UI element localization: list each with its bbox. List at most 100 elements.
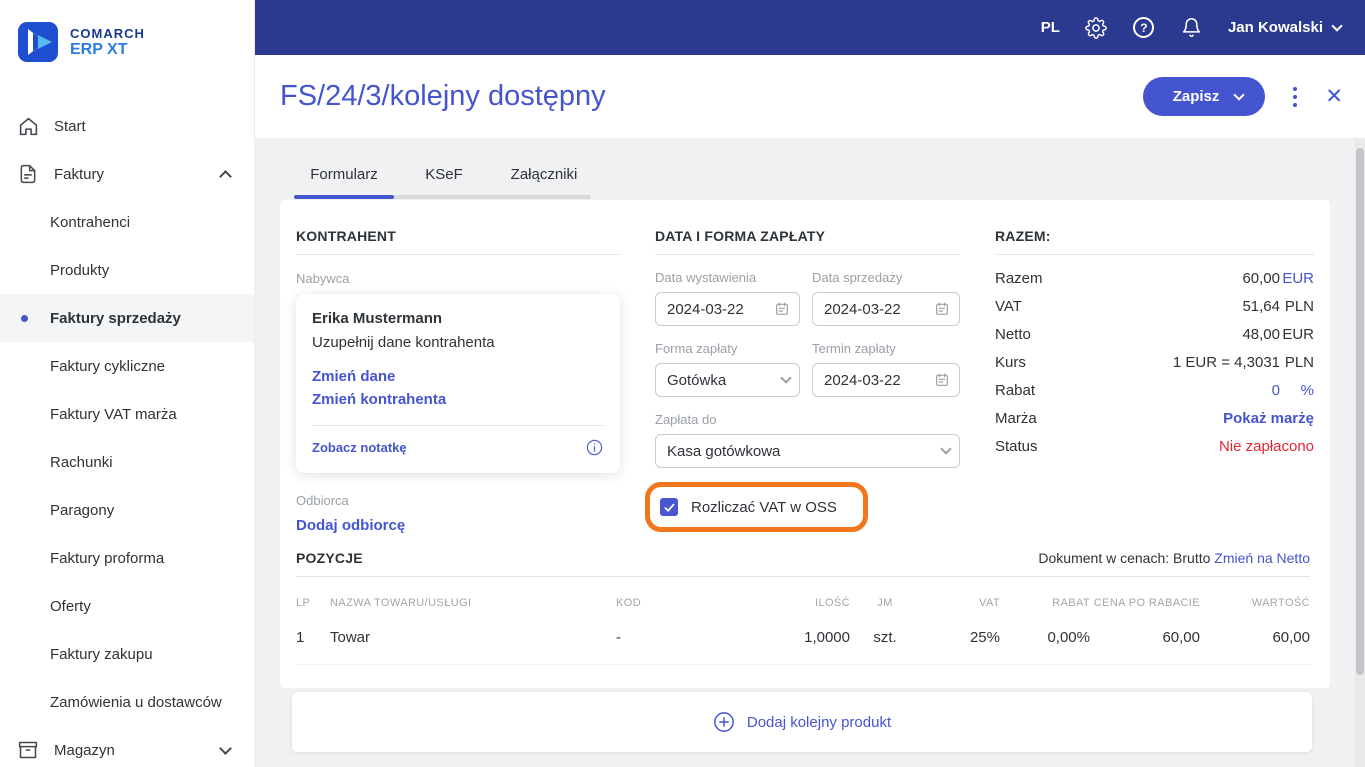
- currency-selector[interactable]: EUR: [1280, 270, 1314, 287]
- total-row-status: Status Nie zapłacono: [995, 437, 1314, 455]
- change-data-link[interactable]: Zmień dane: [312, 365, 604, 388]
- section-items: POZYCJE Dokument w cenach: Brutto Zmień …: [296, 550, 1310, 665]
- change-contractor-link[interactable]: Zmień kontrahenta: [312, 388, 604, 411]
- total-row-vat: VAT 51,64 PLN: [995, 297, 1314, 315]
- sidebar-item-label: Magazyn: [54, 741, 115, 759]
- sidebar-item-produkty[interactable]: Produkty: [0, 246, 254, 294]
- switch-to-netto-link[interactable]: Zmień na Netto: [1214, 550, 1310, 566]
- total-row-marza: Marża Pokaż marżę: [995, 409, 1314, 427]
- invoice-form-card: KONTRAHENT Nabywca Erika Mustermann Uzup…: [280, 200, 1330, 688]
- sidebar-item-faktury-proforma[interactable]: Faktury proforma: [0, 534, 254, 582]
- section-totals: RAZEM: Razem 60,00 EUR VAT 51,64 PLN Net…: [995, 228, 1314, 460]
- sale-date-value: 2024-03-22: [824, 300, 901, 318]
- discount-value[interactable]: 0: [1272, 382, 1280, 399]
- payment-form-select[interactable]: Gotówka: [655, 363, 800, 397]
- scrollbar-thumb[interactable]: [1356, 148, 1364, 675]
- tab-ksef[interactable]: KSeF: [394, 158, 494, 195]
- info-icon[interactable]: [585, 438, 604, 457]
- close-icon[interactable]: ✕: [1325, 86, 1343, 107]
- section-title: KONTRAHENT: [296, 228, 396, 244]
- sidebar-item-label: Start: [54, 117, 86, 135]
- sidebar-item-oferty[interactable]: Oferty: [0, 582, 254, 630]
- payment-term-value: 2024-03-22: [824, 371, 901, 389]
- user-menu[interactable]: Jan Kowalski: [1228, 19, 1343, 36]
- notifications-bell-icon[interactable]: [1180, 16, 1204, 40]
- calendar-icon: [936, 373, 948, 386]
- plus-circle-icon: [713, 712, 734, 732]
- more-options-kebab-icon[interactable]: [1291, 85, 1299, 109]
- sidebar-item-rachunki[interactable]: Rachunki: [0, 438, 254, 486]
- see-note-link[interactable]: Zobacz notatkę: [312, 440, 407, 455]
- header-actions: Zapisz ✕: [1142, 77, 1343, 116]
- cell-qty: 1,0000: [804, 629, 850, 646]
- active-tab-indicator: [294, 195, 394, 199]
- sidebar-item-faktury-vat-marza[interactable]: Faktury VAT marża: [0, 390, 254, 438]
- sidebar-item-faktury[interactable]: Faktury: [0, 150, 254, 198]
- scrollbar-track[interactable]: [1355, 138, 1365, 767]
- settings-gear-icon[interactable]: [1084, 16, 1108, 40]
- issue-date-input[interactable]: 2024-03-22: [655, 292, 800, 326]
- total-row-netto: Netto 48,00 EUR: [995, 325, 1314, 343]
- logo-line1: COMARCH: [70, 26, 145, 41]
- save-button[interactable]: Zapisz: [1142, 77, 1266, 116]
- pay-to-label: Zapłata do: [655, 412, 717, 427]
- divider: [312, 425, 604, 426]
- sidebar-item-paragony[interactable]: Paragony: [0, 486, 254, 534]
- status-badge: Nie zapłacono: [1218, 437, 1314, 455]
- sidebar-item-label: Faktury cykliczne: [50, 357, 166, 375]
- invoice-icon: [18, 163, 40, 185]
- total-row-kurs: Kurs 1 EUR = 4,3031 PLN: [995, 353, 1314, 371]
- topbar: PL ? Jan Kowalski: [255, 0, 1365, 55]
- sidebar-nav: Start Faktury Kontrahenci Produkty Faktu…: [0, 102, 254, 767]
- sidebar-item-faktury-cykliczne[interactable]: Faktury cykliczne: [0, 342, 254, 390]
- section-title: POZYCJE: [296, 550, 363, 566]
- pay-to-value: Kasa gotówkowa: [667, 442, 781, 460]
- sidebar-item-label: Faktury: [54, 165, 105, 183]
- tab-zalaczniki[interactable]: Załączniki: [494, 158, 594, 195]
- add-receiver-link[interactable]: Dodaj odbiorcę: [296, 517, 620, 534]
- help-icon[interactable]: ?: [1132, 16, 1156, 40]
- oss-checkbox[interactable]: [660, 498, 678, 516]
- language-selector[interactable]: PL: [1041, 19, 1060, 36]
- buyer-hint: Uzupełnij dane kontrahenta: [312, 334, 495, 351]
- sale-date-label: Data sprzedaży: [812, 270, 903, 285]
- sidebar-item-label: Zamówienia u dostawców: [50, 693, 222, 711]
- sidebar-item-kontrahenci[interactable]: Kontrahenci: [0, 198, 254, 246]
- payment-term-input[interactable]: 2024-03-22: [812, 363, 960, 397]
- logo-line2: ERP XT: [70, 41, 128, 58]
- divider: [995, 254, 1314, 255]
- home-icon: [18, 115, 40, 137]
- app-logo[interactable]: COMARCH ERP XT: [0, 0, 254, 62]
- chevron-down-icon: [1331, 19, 1343, 32]
- pay-to-select[interactable]: Kasa gotówkowa: [655, 434, 960, 468]
- cell-name: Towar: [330, 629, 371, 646]
- sidebar-item-label: Kontrahenci: [50, 213, 131, 231]
- sidebar-item-faktury-sprzedazy[interactable]: Faktury sprzedaży: [0, 294, 254, 342]
- doc-prices-text: Dokument w cenach: Brutto: [1038, 550, 1211, 566]
- cell-lp: 1: [296, 629, 305, 646]
- items-table-header: LP NAZWA TOWARU/USŁUGI KOD ILOŚĆ JM VAT …: [296, 597, 1310, 609]
- sidebar-item-magazyn[interactable]: Magazyn: [0, 726, 254, 767]
- buyer-label: Nabywca: [296, 271, 350, 286]
- payment-term-label: Termin zapłaty: [812, 341, 896, 356]
- comarch-logo-icon: [18, 22, 58, 62]
- table-row[interactable]: 1 Towar - 1,0000 szt. 25% 0,00% 60,00 60…: [296, 609, 1310, 665]
- tab-formularz[interactable]: Formularz: [294, 158, 394, 195]
- section-kontrahent: KONTRAHENT Nabywca Erika Mustermann Uzup…: [296, 228, 620, 534]
- cell-vat: 25%: [969, 629, 1000, 646]
- add-product-button[interactable]: Dodaj kolejny produkt: [292, 692, 1312, 752]
- show-margin-link[interactable]: Pokaż marżę: [1223, 410, 1314, 427]
- cell-price-after-discount: 60,00: [1162, 629, 1200, 646]
- sidebar-item-faktury-zakupu[interactable]: Faktury zakupu: [0, 630, 254, 678]
- sidebar-item-start[interactable]: Start: [0, 102, 254, 150]
- sidebar-item-label: Faktury zakupu: [50, 645, 153, 663]
- section-payment: DATA I FORMA ZAPŁATY Data wystawienia 20…: [645, 228, 960, 532]
- chevron-down-icon: [1233, 88, 1246, 101]
- sidebar-item-zamowienia-u-dostawcow[interactable]: Zamówienia u dostawców: [0, 678, 254, 726]
- sidebar-item-label: Paragony: [50, 501, 115, 519]
- payment-form-value: Gotówka: [667, 371, 727, 389]
- oss-checkbox-label[interactable]: Rozliczać VAT w OSS: [691, 499, 837, 516]
- sale-date-input[interactable]: 2024-03-22: [812, 292, 960, 326]
- tab-underline-track: [294, 195, 591, 199]
- buyer-card: Erika Mustermann Uzupełnij dane kontrahe…: [296, 294, 620, 473]
